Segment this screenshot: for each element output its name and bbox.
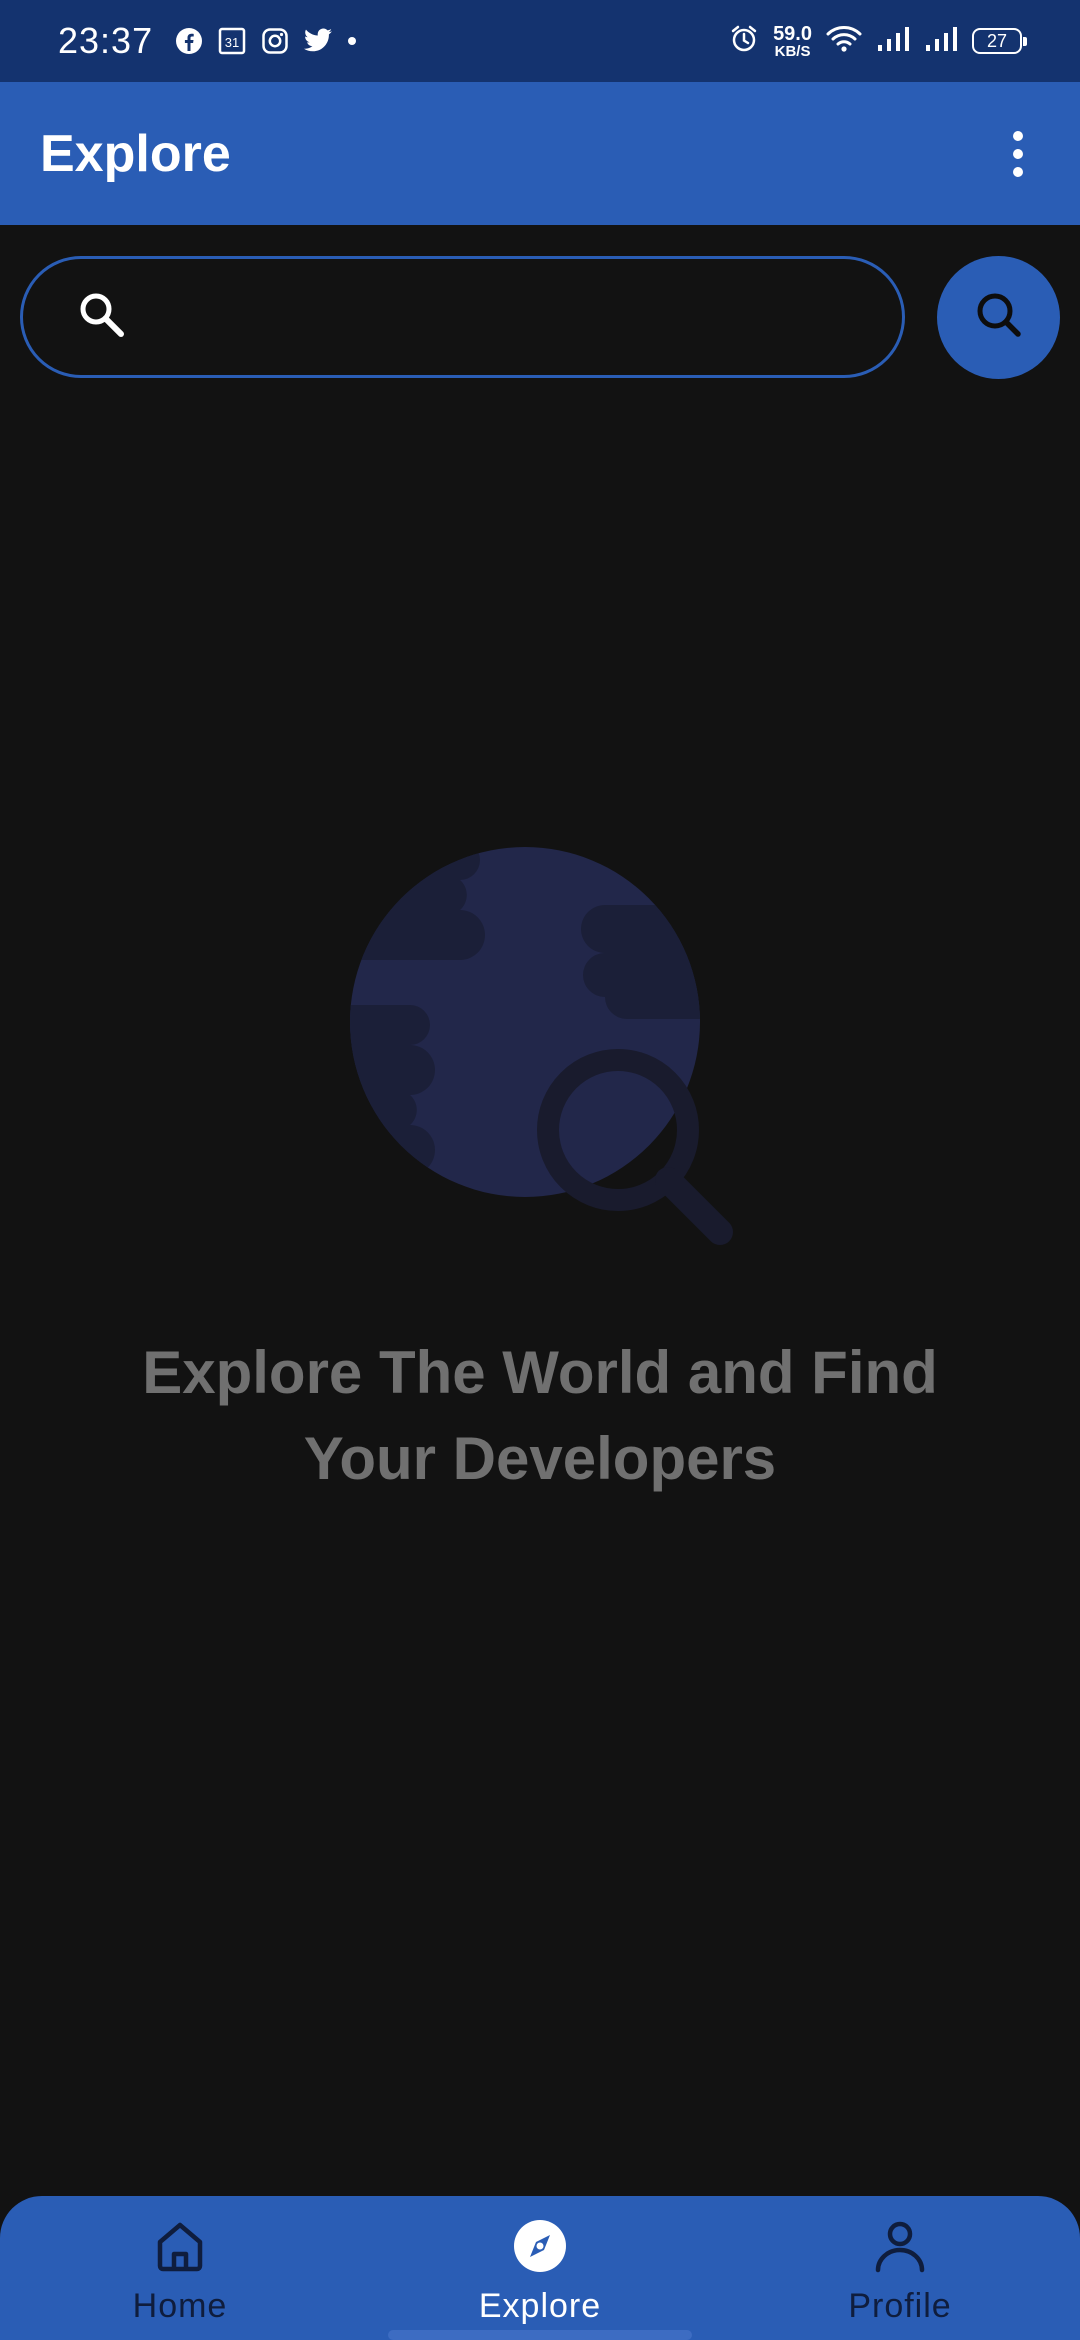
nav-explore[interactable]: Explore [360, 2196, 720, 2340]
alarm-icon [729, 24, 759, 59]
search-input[interactable] [151, 259, 902, 375]
net-speed: 59.0 KB/S [773, 24, 812, 59]
more-vert-icon [1013, 130, 1023, 141]
calendar-icon: 31 [217, 26, 247, 56]
svg-text:31: 31 [225, 35, 239, 50]
status-time: 23:37 [58, 20, 154, 61]
search-icon [972, 288, 1026, 347]
net-speed-value: 59.0 [773, 22, 812, 45]
person-icon [872, 2218, 928, 2279]
instagram-icon [261, 27, 289, 55]
dot-icon [347, 36, 357, 46]
nav-profile[interactable]: Profile [720, 2196, 1080, 2340]
more-options-button[interactable] [996, 114, 1040, 194]
facebook-icon [175, 27, 203, 55]
nav-home-label: Home [132, 2287, 228, 2325]
nav-home[interactable]: Home [0, 2196, 360, 2340]
app-bar: Explore [0, 82, 1080, 225]
home-indicator[interactable] [388, 2330, 692, 2340]
nav-explore-label: Explore [478, 2287, 602, 2325]
search-field[interactable] [20, 256, 905, 378]
bottom-navigation: Home Explore Profile [0, 2196, 1080, 2340]
nav-profile-label: Profile [848, 2287, 952, 2325]
battery-icon: 27 [972, 28, 1027, 54]
page-title: Explore [40, 124, 231, 183]
explore-screen: 23:37 31 59.0 KB/S 27 Explore Explore Th… [0, 0, 1080, 2340]
wifi-icon [826, 25, 862, 58]
globe-search-illustration [340, 840, 740, 1250]
notification-icons: 31 [175, 26, 357, 56]
system-icons: 59.0 KB/S 27 [729, 24, 1027, 59]
search-button[interactable] [937, 256, 1060, 379]
compass-icon [512, 2218, 568, 2279]
net-speed-unit: KB/S [774, 42, 811, 60]
signal-icon [876, 25, 910, 58]
status-bar: 23:37 31 59.0 KB/S 27 [0, 0, 1080, 82]
search-icon [77, 290, 127, 345]
twitter-icon [303, 28, 333, 54]
home-icon [152, 2218, 208, 2279]
empty-state-message: Explore The World and Find Your Develope… [142, 1339, 938, 1492]
signal-icon [924, 25, 958, 58]
